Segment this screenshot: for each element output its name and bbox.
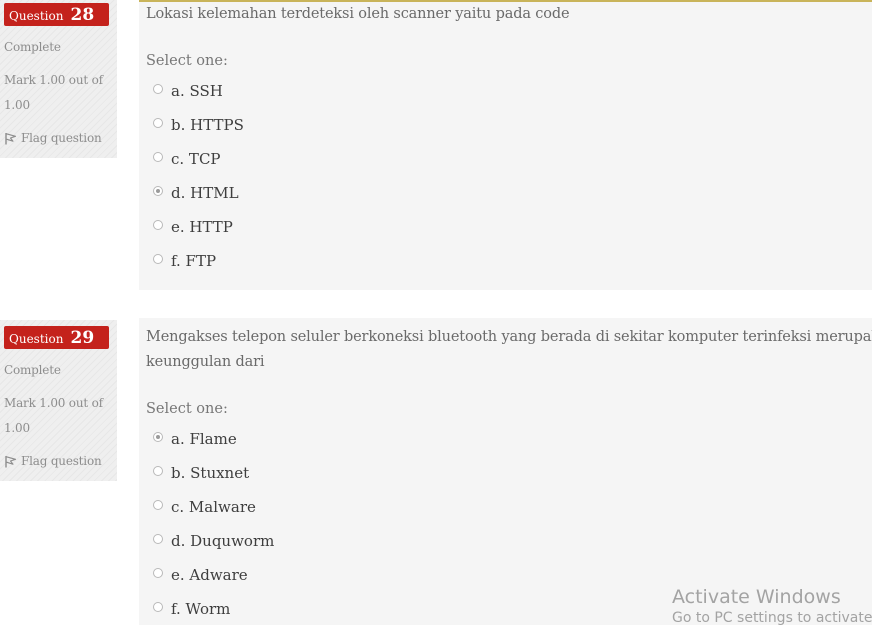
answer-option-label: a. Flame bbox=[171, 430, 237, 448]
answer-option-label: b. Stuxnet bbox=[171, 464, 250, 482]
answer-option-label: d. Duquworm bbox=[171, 532, 275, 550]
question-number: 29 bbox=[70, 328, 95, 348]
radio-button[interactable] bbox=[153, 254, 163, 264]
answer-option[interactable]: c. TCP bbox=[153, 149, 221, 169]
question-label: Question bbox=[9, 9, 64, 23]
answer-option-label: a. SSH bbox=[171, 82, 223, 100]
question-content-panel: Mengakses telepon seluler berkoneksi blu… bbox=[139, 318, 872, 625]
answer-option[interactable]: b. HTTPS bbox=[153, 115, 244, 135]
answer-option-label: b. HTTPS bbox=[171, 116, 244, 134]
radio-button[interactable] bbox=[153, 466, 163, 476]
activate-windows-subtext: Go to PC settings to activate W bbox=[672, 610, 872, 625]
answer-option-label: c. Malware bbox=[171, 498, 256, 516]
answer-option-label: f. FTP bbox=[171, 252, 217, 270]
answer-option[interactable]: c. Malware bbox=[153, 497, 256, 517]
radio-button[interactable] bbox=[153, 568, 163, 578]
radio-button[interactable] bbox=[153, 118, 163, 128]
question-grade: Mark 1.00 out of 1.00 bbox=[4, 396, 103, 435]
radio-button[interactable] bbox=[153, 432, 163, 442]
question-grade: Mark 1.00 out of 1.00 bbox=[4, 73, 103, 112]
answer-option[interactable]: e. HTTP bbox=[153, 217, 233, 237]
answer-option-label: c. TCP bbox=[171, 150, 221, 168]
flag-question-label: Flag question bbox=[21, 454, 102, 468]
flag-icon bbox=[4, 455, 17, 468]
activate-windows-watermark: Activate Windows bbox=[672, 586, 841, 608]
answer-option[interactable]: d. HTML bbox=[153, 183, 239, 203]
answer-option[interactable]: a. Flame bbox=[153, 429, 237, 449]
answer-option[interactable]: f. FTP bbox=[153, 251, 216, 271]
question-content-panel: Lokasi kelemahan terdeteksi oleh scanner… bbox=[139, 2, 872, 290]
radio-button[interactable] bbox=[153, 220, 163, 230]
radio-button[interactable] bbox=[153, 186, 163, 196]
question-state: Complete bbox=[4, 363, 61, 377]
radio-button[interactable] bbox=[153, 84, 163, 94]
select-one-prompt: Select one: bbox=[146, 53, 228, 69]
answer-option[interactable]: a. SSH bbox=[153, 81, 223, 101]
answer-option[interactable]: f. Worm bbox=[153, 599, 230, 619]
radio-button[interactable] bbox=[153, 152, 163, 162]
question-state: Complete bbox=[4, 40, 61, 54]
radio-button[interactable] bbox=[153, 534, 163, 544]
flag-question-link[interactable]: Flag question bbox=[4, 131, 102, 145]
radio-button[interactable] bbox=[153, 500, 163, 510]
question-info-panel: Question 28 Complete Mark 1.00 out of 1.… bbox=[0, 0, 117, 158]
answer-option[interactable]: d. Duquworm bbox=[153, 531, 274, 551]
answer-option[interactable]: b. Stuxnet bbox=[153, 463, 249, 483]
question-text: Lokasi kelemahan terdeteksi oleh scanner… bbox=[146, 6, 570, 22]
answer-option-label: d. HTML bbox=[171, 184, 239, 202]
flag-question-label: Flag question bbox=[21, 131, 102, 145]
answer-option-label: e. HTTP bbox=[171, 218, 233, 236]
answer-option-label: f. Worm bbox=[171, 600, 231, 618]
question-number: 28 bbox=[70, 5, 95, 25]
question-info-panel: Question 29 Complete Mark 1.00 out of 1.… bbox=[0, 320, 117, 481]
flag-icon bbox=[4, 132, 17, 145]
question-label: Question bbox=[9, 332, 64, 346]
flag-question-link[interactable]: Flag question bbox=[4, 454, 102, 468]
question-number-badge: Question 28 bbox=[4, 3, 109, 26]
radio-button[interactable] bbox=[153, 602, 163, 612]
select-one-prompt: Select one: bbox=[146, 401, 228, 417]
answer-option[interactable]: e. Adware bbox=[153, 565, 248, 585]
question-text: Mengakses telepon seluler berkoneksi blu… bbox=[146, 329, 872, 345]
question-number-badge: Question 29 bbox=[4, 326, 109, 349]
question-text-continued: keunggulan dari bbox=[146, 354, 265, 370]
answer-option-label: e. Adware bbox=[171, 566, 248, 584]
